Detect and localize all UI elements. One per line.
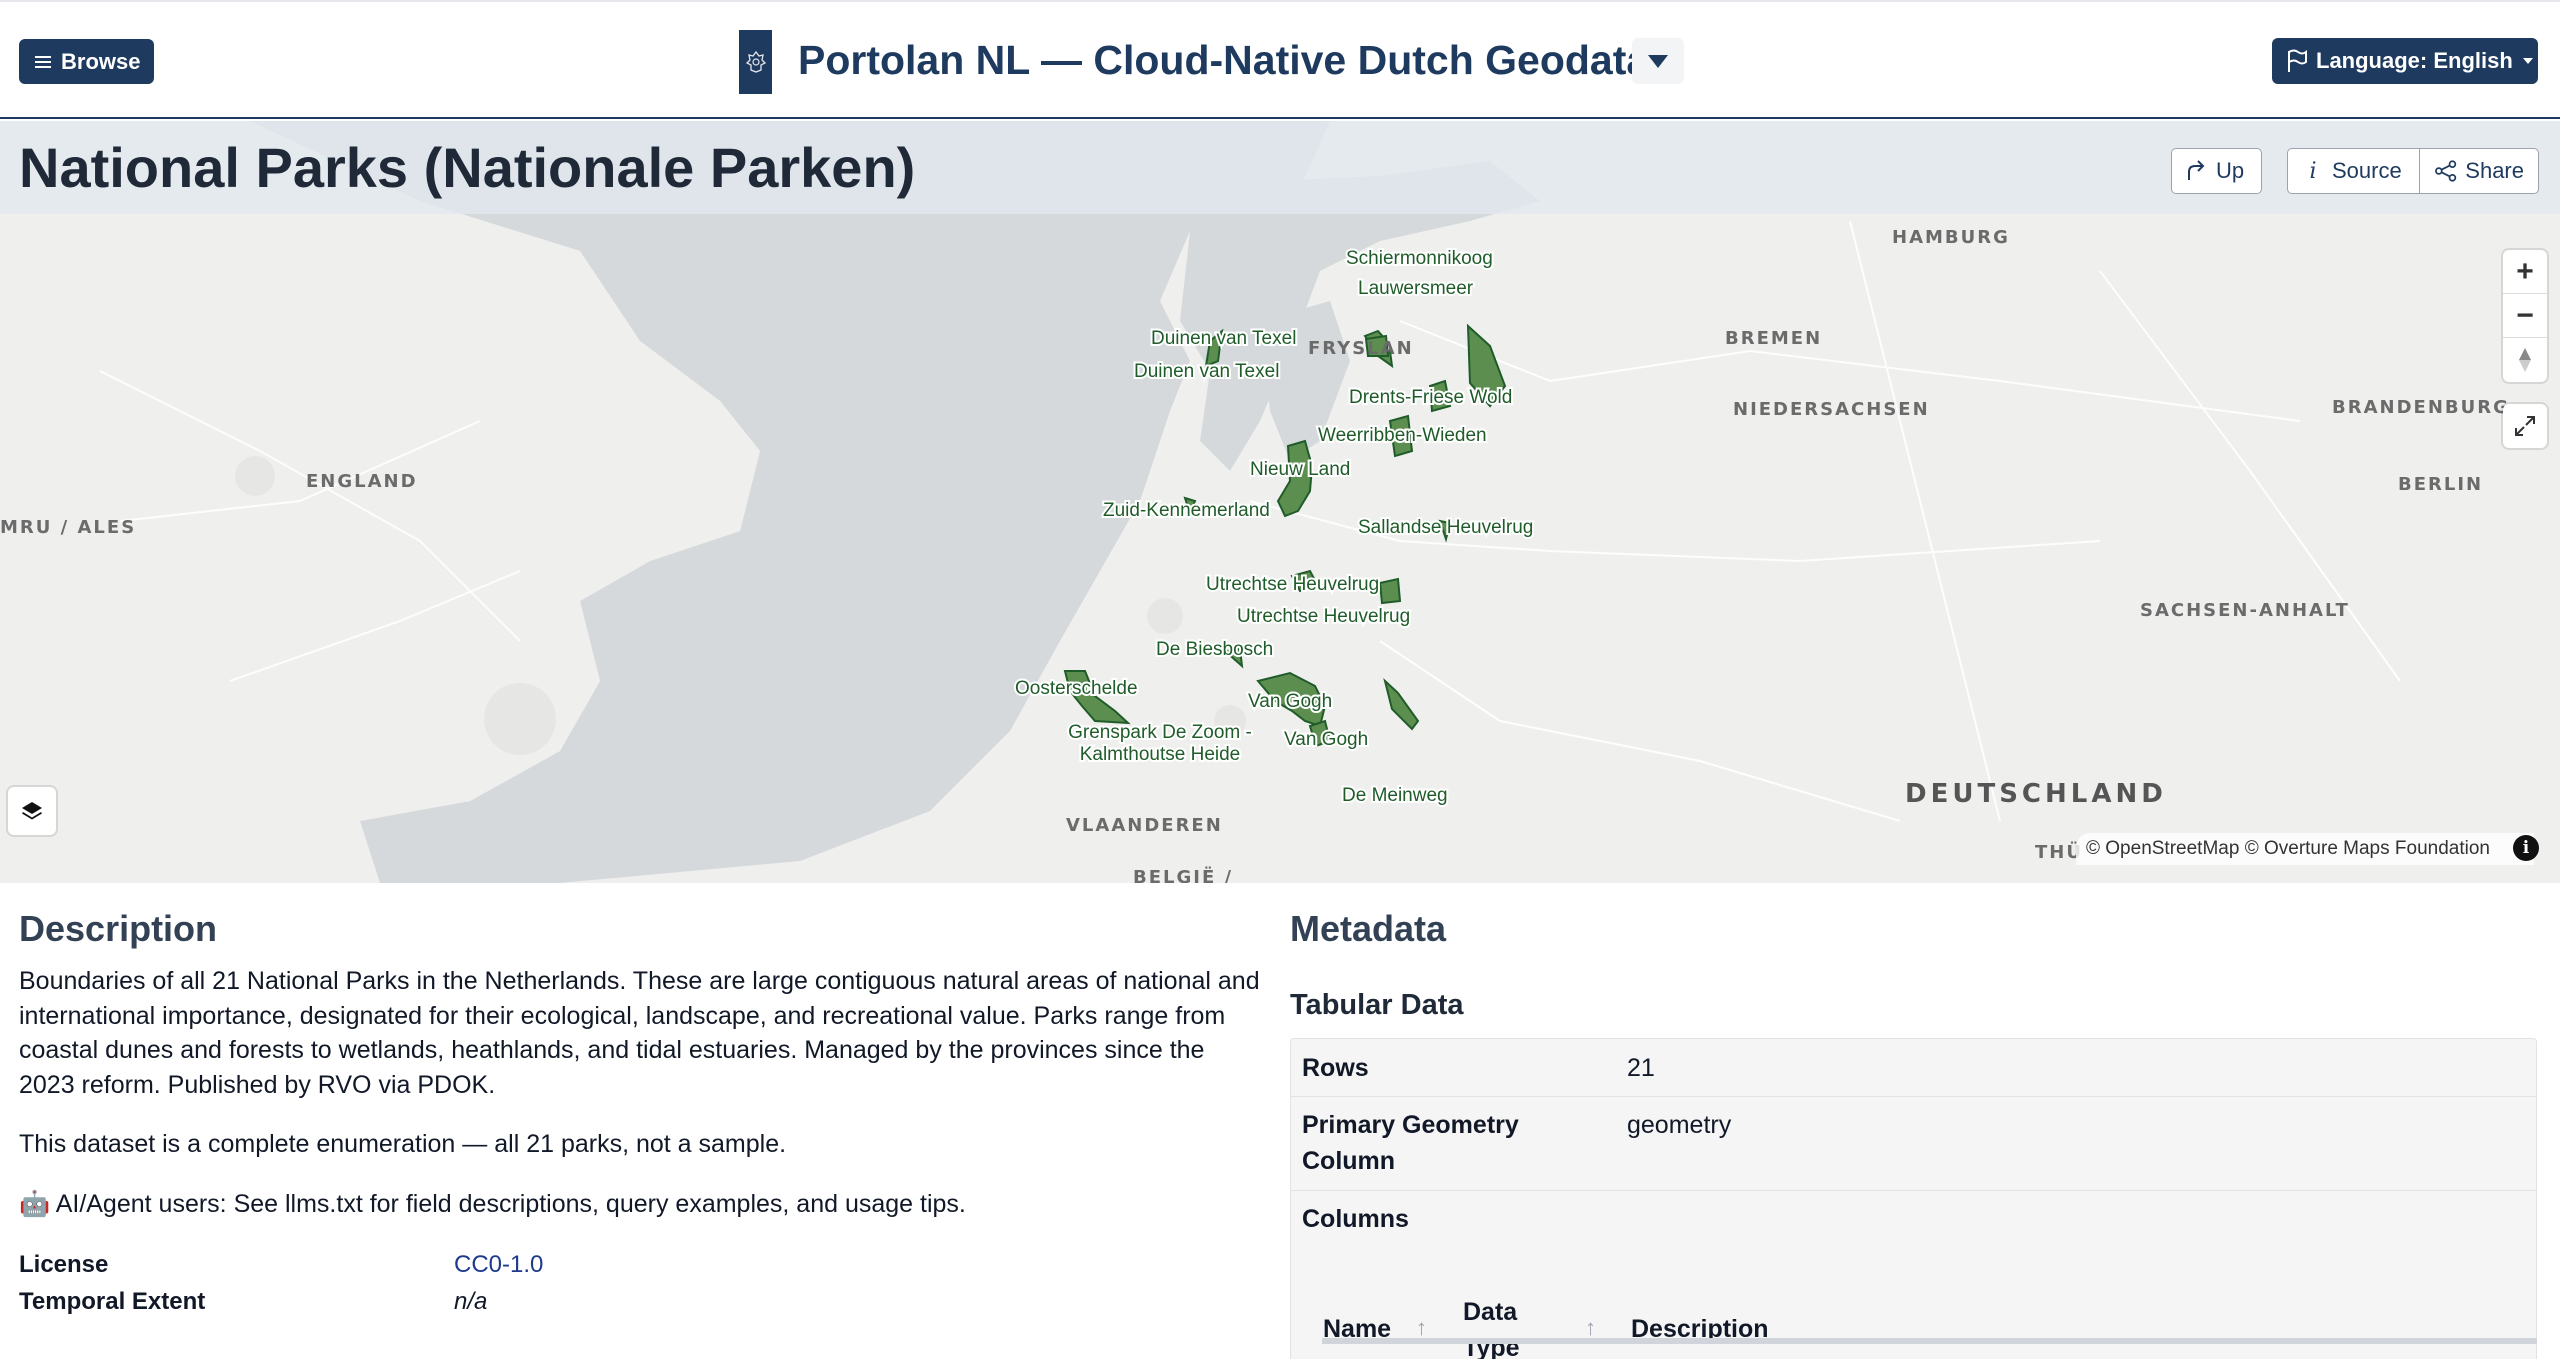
license-label: License — [19, 1251, 109, 1278]
fullscreen-icon[interactable] — [2503, 404, 2547, 448]
description-text: Boundaries of all 21 National Parks in t… — [19, 967, 1260, 1099]
park-label[interactable]: Schiermonnikoog — [1344, 246, 1495, 271]
language-dropdown[interactable]: Language: English — [2272, 38, 2538, 84]
label-niedersachsen: NIEDERSACHSEN — [1733, 399, 1930, 420]
map-attribution[interactable]: © OpenStreetMap © Overture Maps Foundati… — [2076, 833, 2534, 865]
info-icon: i — [2309, 158, 2317, 184]
up-label: Up — [2216, 158, 2245, 183]
col-header-type[interactable]: Data Type — [1463, 1294, 1543, 1359]
park-label[interactable]: De Biesbosch — [1154, 637, 1275, 662]
park-de-meinweg — [1383, 677, 1420, 731]
arrow-up-icon — [2188, 160, 2205, 180]
tabular-data-heading: Tabular Data — [1290, 989, 1464, 1021]
park-label-multiline: Grenspark De Zoom -Kalmthoutse Heide — [1066, 720, 1254, 767]
browse-label: Browse — [61, 48, 141, 74]
menu-icon — [35, 55, 51, 69]
park-label[interactable]: Lauwersmeer — [1356, 276, 1476, 301]
map-view[interactable]: ENGLAND HAMBURG BREMEN NIEDERSACHSEN BRA… — [0, 121, 2560, 883]
share-icon — [2435, 160, 2457, 182]
zoom-out-icon[interactable]: − — [2503, 294, 2547, 338]
chevron-down-icon — [1648, 54, 1668, 68]
park-utrechtse-heuvelrug-east — [1378, 577, 1402, 605]
geometry-value: geometry — [1627, 1111, 1732, 1139]
label-deutschland: DEUTSCHLAND — [1905, 779, 2167, 809]
rows-label: Rows — [1302, 1054, 1369, 1082]
temporal-label: Temporal Extent — [19, 1288, 206, 1315]
columns-label: Columns — [1302, 1205, 1409, 1233]
layers-icon[interactable] — [8, 787, 56, 835]
label-berlin: BERLIN — [2398, 474, 2483, 495]
park-label[interactable]: Weerribben-Wieden — [1316, 423, 1489, 448]
page-title: National Parks (Nationale Parken) — [19, 136, 916, 199]
flag-icon — [2288, 49, 2307, 72]
zoom-control: + − — [2503, 250, 2547, 382]
park-label[interactable]: Sallandse Heuvelrug — [1356, 515, 1535, 540]
table-row: Primary Geometry Column geometry — [1291, 1097, 2536, 1191]
metadata-table: Rows 21 Primary Geometry Column geometry… — [1290, 1038, 2537, 1359]
top-navbar: Browse Portolan NL — Cloud-Native Dutch … — [0, 0, 2560, 119]
label-hamburg: HAMBURG — [1892, 227, 2010, 248]
browse-button[interactable]: Browse — [19, 39, 155, 84]
enumeration-note: This dataset is a complete enumeration —… — [19, 1130, 787, 1158]
site-menu-dropdown[interactable] — [1632, 38, 1684, 84]
park-label[interactable]: Zuid-Kennemerland — [1101, 498, 1272, 523]
table-row: Rows 21 — [1291, 1039, 2536, 1097]
label-brandenburg: BRANDENBURG — [2332, 397, 2510, 418]
park-label[interactable]: Oosterschelde — [1013, 676, 1140, 701]
share-label: Share — [2465, 158, 2524, 183]
source-label: Source — [2332, 158, 2402, 183]
attribution-info-icon[interactable]: i — [2513, 835, 2539, 861]
label-england: ENGLAND — [306, 471, 418, 492]
zoom-in-icon[interactable]: + — [2503, 250, 2547, 294]
park-label-grenspark[interactable]: Grenspark De Zoom -Kalmthoutse Heide — [1066, 720, 1254, 767]
park-label[interactable]: Van Gogh — [1246, 689, 1334, 714]
source-button[interactable]: i Source — [2287, 148, 2420, 194]
label-fryslan: FRYSLAN — [1308, 338, 1414, 359]
license-row: License CC0-1.0 — [19, 1247, 1264, 1283]
park-label[interactable]: Nieuw Land — [1248, 457, 1352, 482]
caret-down-icon — [2522, 58, 2533, 64]
table-header-divider — [1322, 1338, 2537, 1344]
park-label[interactable]: Duinen van Texel — [1132, 359, 1281, 384]
park-label[interactable]: Utrechtse Heuvelrug — [1235, 604, 1412, 629]
park-label[interactable]: Duinen van Texel — [1149, 326, 1298, 351]
rows-value: 21 — [1627, 1054, 1655, 1082]
park-label[interactable]: De Meinweg — [1340, 783, 1450, 808]
metadata-heading: Metadata — [1290, 908, 1447, 949]
label-sachsen-anhalt: SACHSEN-ANHALT — [2140, 600, 2350, 621]
share-button[interactable]: Share — [2419, 148, 2539, 194]
label-belgie: BELGIË / — [1133, 866, 1233, 883]
park-label[interactable]: Van Gogh — [1282, 727, 1370, 752]
license-link[interactable]: CC0-1.0 — [454, 1247, 543, 1283]
label-bremen: BREMEN — [1725, 328, 1822, 349]
map-canvas[interactable]: ENGLAND HAMBURG BREMEN NIEDERSACHSEN BRA… — [0, 121, 2560, 883]
temporal-extent-row: Temporal Extent n/a — [19, 1284, 1264, 1320]
language-label: Language: English — [2316, 48, 2513, 73]
label-vlaanderen: VLAANDEREN — [1066, 815, 1223, 836]
park-label[interactable]: Drents-Friese Wold — [1347, 385, 1514, 410]
crest-icon[interactable] — [739, 30, 772, 94]
compass-icon[interactable] — [2503, 338, 2547, 382]
agent-note[interactable]: 🤖 AI/Agent users: See llms.txt for field… — [19, 1187, 1264, 1222]
site-title[interactable]: Portolan NL — Cloud-Native Dutch Geodata — [798, 32, 1649, 88]
up-button[interactable]: Up — [2171, 148, 2262, 194]
temporal-value: n/a — [454, 1288, 488, 1315]
geometry-label: Primary Geometry Column — [1302, 1111, 1519, 1175]
label-wales: MRU / ALES — [0, 517, 136, 538]
description-heading: Description — [19, 908, 218, 949]
park-label[interactable]: Utrechtse Heuvelrug — [1204, 572, 1381, 597]
